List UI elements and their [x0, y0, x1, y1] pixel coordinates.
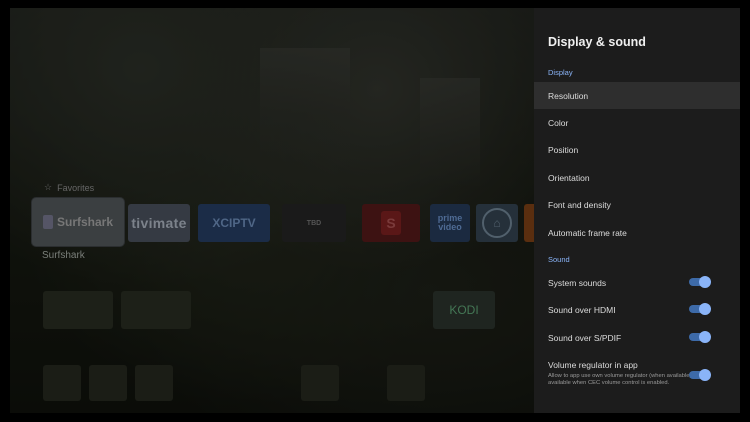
app-tile-xciptv[interactable]: XCIPTV — [198, 204, 270, 242]
app-row-2 — [43, 291, 191, 329]
app-name: prime video — [437, 213, 463, 232]
tv-frame: ☆ Favorites Surfshark tivimate XCIPTV TB… — [0, 0, 750, 422]
menu-item-position[interactable]: Position — [534, 136, 740, 163]
toggle-knob — [699, 303, 711, 315]
app-name: Surfshark — [56, 215, 114, 229]
toggle-switch[interactable] — [689, 303, 711, 315]
app-name: XCIPTV — [212, 216, 256, 230]
menu-item-color[interactable]: Color — [534, 109, 740, 136]
app-row-3 — [43, 365, 425, 401]
menu-item-orientation[interactable]: Orientation — [534, 164, 740, 191]
menu-item-label: Orientation — [548, 172, 590, 183]
menu-item-label: Font and density — [548, 199, 611, 210]
app-tile[interactable] — [43, 365, 81, 401]
app-tile-surfshark[interactable]: Surfshark — [32, 198, 124, 246]
app-tile[interactable] — [301, 365, 339, 401]
favorites-label: Favorites — [57, 182, 95, 193]
menu-item-label: Resolution — [548, 90, 589, 101]
panel-title: Display & sound — [548, 35, 646, 49]
toggle-knob — [699, 331, 711, 343]
app-name: TBD — [306, 219, 322, 227]
menu-item-description: Allow to app use own volume regulator (w… — [548, 373, 704, 387]
app-name: tivimate — [131, 215, 187, 231]
toggle-item-volume-regulator[interactable]: Volume regulator in app Allow to app use… — [534, 355, 740, 395]
app-tile[interactable] — [89, 365, 127, 401]
app-tile[interactable] — [135, 365, 173, 401]
app-tile[interactable] — [121, 291, 191, 329]
app-tile-prime-video[interactable]: prime video — [430, 204, 470, 242]
settings-panel: Display & sound Display Resolution Color… — [534, 8, 740, 413]
toggle-item-system-sounds[interactable]: System sounds — [534, 269, 740, 296]
toggle-knob — [699, 369, 711, 381]
home-icon: ⌂ — [482, 208, 512, 238]
app-tile-home[interactable]: ⌂ — [476, 204, 518, 242]
app-name: S — [386, 215, 396, 231]
toggle-item-sound-over-hdmi[interactable]: Sound over HDMI — [534, 296, 740, 323]
app-tile-kodi[interactable]: KODI — [433, 291, 495, 329]
menu-item-automatic-frame-rate[interactable]: Automatic frame rate — [534, 219, 740, 246]
section-header-sound: Sound — [548, 255, 570, 264]
menu-item-label: Volume regulator in app — [548, 360, 638, 370]
tv-screen: ☆ Favorites Surfshark tivimate XCIPTV TB… — [10, 8, 740, 413]
menu-item-label: System sounds — [548, 277, 607, 288]
menu-item-label: Sound over S/PDIF — [548, 332, 622, 343]
menu-item-label: Color — [548, 117, 569, 128]
app-tile[interactable] — [387, 365, 425, 401]
menu-item-label: Automatic frame rate — [548, 227, 627, 238]
menu-item-label: Position — [548, 144, 579, 155]
app-tile[interactable] — [43, 291, 113, 329]
surfshark-logo-icon — [42, 215, 53, 229]
s-logo-icon: S — [381, 211, 401, 235]
menu-item-font-and-density[interactable]: Font and density — [534, 191, 740, 218]
toggle-item-sound-over-spdif[interactable]: Sound over S/PDIF — [534, 324, 740, 351]
favorites-header: ☆ Favorites — [44, 182, 94, 193]
toggle-switch[interactable] — [689, 276, 711, 288]
focused-app-caption: Surfshark — [42, 250, 85, 261]
app-name: KODI — [449, 303, 479, 317]
app-tile-tivimate[interactable]: tivimate — [128, 204, 190, 242]
app-tile-tbd[interactable]: TBD — [282, 204, 346, 242]
toggle-switch[interactable] — [689, 331, 711, 343]
toggle-switch[interactable] — [689, 369, 711, 381]
favorites-row: Surfshark tivimate XCIPTV TBD S prime vi… — [32, 198, 544, 246]
toggle-knob — [699, 276, 711, 288]
favorites-icon: ☆ — [44, 182, 53, 192]
app-tile-s[interactable]: S — [362, 204, 420, 242]
section-header-display: Display — [548, 68, 573, 77]
menu-item-label: Sound over HDMI — [548, 304, 616, 315]
menu-item-resolution[interactable]: Resolution — [534, 82, 740, 109]
